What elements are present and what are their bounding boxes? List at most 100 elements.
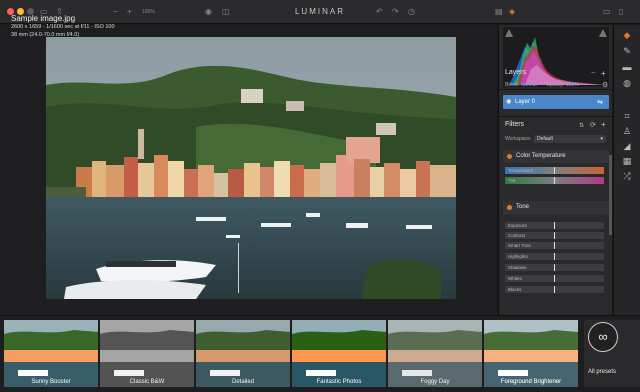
slider-knob[interactable] (553, 177, 555, 184)
preset-image (484, 320, 578, 387)
preset-thumbnail[interactable]: Fantastic Photos (292, 320, 386, 387)
preset-label: Classic B&W (129, 379, 165, 385)
opacity-value[interactable]: 100% (566, 82, 579, 88)
sidebar-toggle-icon[interactable]: ▯ (619, 7, 623, 17)
shadows-slider[interactable]: Shadows (505, 264, 604, 271)
slider-label: Temperature (508, 168, 534, 173)
exposure-slider[interactable]: Exposure (505, 222, 604, 229)
layers-stack-icon[interactable]: ◈ (509, 7, 515, 17)
preset-image (292, 320, 386, 387)
tint-slider[interactable]: Tint (505, 177, 604, 184)
transform-tool-icon[interactable]: ▦ (621, 155, 633, 167)
all-presets-button[interactable]: ∞ All presets (584, 320, 640, 387)
workspace-select[interactable]: Default ▾ (534, 135, 606, 143)
redo-icon[interactable]: ↷ (392, 7, 399, 17)
radial-mask-icon[interactable]: ◍ (621, 77, 633, 89)
infinity-icon: ∞ (588, 322, 618, 352)
divider (499, 116, 613, 117)
slider-label: Tint (508, 178, 516, 183)
blend-select[interactable]: Normal (521, 82, 537, 88)
filter-dot-icon (507, 154, 512, 159)
slider-label: Contrast (508, 233, 526, 238)
slider-knob[interactable] (553, 286, 555, 293)
temperature-slider[interactable]: Temperature (505, 167, 604, 174)
blacks-slider[interactable]: Blacks (505, 286, 604, 293)
smart-tone-slider[interactable]: Smart Tone (505, 242, 604, 249)
gradient-tool-icon[interactable]: ▬ (621, 61, 633, 73)
slider-label: Whites (508, 276, 522, 281)
history-icon[interactable]: ◷ (408, 7, 415, 17)
preset-thumbnail[interactable]: Classic B&W (100, 320, 194, 387)
slider-label: Exposure (508, 223, 528, 228)
tool-strip: ◆ ✎ ▬ ◍ ⌗ ♙ ◢ ▦ ⤮ (613, 25, 640, 315)
harbor-photo-image (46, 37, 456, 299)
workspace-value: Default (537, 136, 553, 142)
filters-refresh-icon[interactable]: ⟳ (590, 121, 596, 129)
brush-tool-icon[interactable]: ✎ (621, 45, 633, 57)
whites-slider[interactable]: Whites (505, 275, 604, 282)
highlights-slider[interactable]: Highlights (505, 253, 604, 260)
panel-scrollbar[interactable] (609, 155, 612, 235)
preset-image (388, 320, 482, 387)
contrast-slider[interactable]: Contrast (505, 232, 604, 239)
opacity-label: Opacity: (546, 82, 565, 88)
filter-header-color-temperature[interactable]: Color Temperature (503, 150, 609, 163)
slider-label: Highlights (508, 254, 528, 259)
filters-tool-icon[interactable]: ◆ (621, 29, 633, 41)
preset-label: Foggy Day (420, 379, 450, 385)
right-panel: Layers − + Blend: Normal Opacity: 100% ⚙… (498, 25, 613, 315)
layer-options-icon[interactable]: ⇋ (597, 98, 603, 106)
slider-knob[interactable] (553, 167, 555, 174)
filters-title: Filters (505, 121, 525, 128)
slider-label: Blacks (508, 287, 522, 292)
divider (499, 89, 613, 90)
slider-knob[interactable] (553, 232, 555, 239)
slider-knob[interactable] (553, 253, 555, 260)
add-filter-icon[interactable]: + (601, 120, 606, 129)
add-layer-icon[interactable]: + (601, 69, 606, 78)
slider-knob[interactable] (553, 275, 555, 282)
preset-thumbnail[interactable]: Foggy Day (388, 320, 482, 387)
preset-image (100, 320, 194, 387)
image-filename: Sample image.jpg (11, 14, 76, 23)
preset-label: Fantastic Photos (316, 379, 362, 385)
preset-thumbnail[interactable]: Sunny Booster (4, 320, 98, 387)
blend-label: Blend: (505, 82, 520, 88)
filter-name: Color Temperature (516, 153, 566, 159)
preset-image (4, 320, 98, 387)
layer-name: Layer 0 (515, 99, 536, 105)
workspace-label: Workspace: (505, 136, 532, 142)
preset-thumbnail[interactable]: Foreground Brightener (484, 320, 578, 387)
image-dimensions: 2600 x 1659 · 1/1600 sec at f/11 · ISO 1… (11, 24, 115, 30)
slider-label: Smart Tone (508, 243, 531, 248)
layers-title: Layers (505, 69, 527, 76)
layer-visibility-icon[interactable]: ◉ (506, 98, 511, 105)
presets-strip: Sunny Booster Classic B&W Detailed Fanta… (0, 315, 640, 392)
filters-sort-icon[interactable]: ⇅ (579, 122, 584, 129)
histogram (503, 27, 609, 87)
preset-label: Foreground Brightener (500, 379, 562, 385)
blend-row: Blend: Normal Opacity: 100% (505, 82, 579, 88)
crop-tool-icon[interactable]: ⌗ (621, 110, 633, 122)
preset-label: Detailed (231, 379, 254, 385)
preset-label: Sunny Booster (31, 379, 71, 385)
filter-dot-icon (507, 205, 512, 210)
slider-knob[interactable] (553, 264, 555, 271)
layer-row[interactable]: ◉ Layer 0 ⇋ (503, 95, 609, 109)
filter-header-tone[interactable]: Tone (503, 201, 609, 214)
slider-knob[interactable] (553, 222, 555, 229)
preset-image (196, 320, 290, 387)
undo-icon[interactable]: ↶ (376, 7, 383, 17)
preset-thumbnail[interactable]: Detailed (196, 320, 290, 387)
remove-layer-icon[interactable]: − (591, 70, 595, 77)
presets-panel-icon[interactable]: ▤ (495, 7, 503, 17)
main-photo[interactable] (46, 37, 456, 299)
slider-label: Shadows (508, 265, 527, 270)
slider-knob[interactable] (553, 242, 555, 249)
filmstrip-toggle-icon[interactable]: ▭ (603, 7, 611, 17)
eraser-tool-icon[interactable]: ◢ (621, 140, 633, 152)
flip-tool-icon[interactable]: ⤮ (621, 170, 633, 182)
clone-stamp-icon[interactable]: ♙ (621, 125, 633, 137)
filter-name: Tone (516, 204, 530, 210)
layer-settings-icon[interactable]: ⚙ (602, 81, 608, 89)
